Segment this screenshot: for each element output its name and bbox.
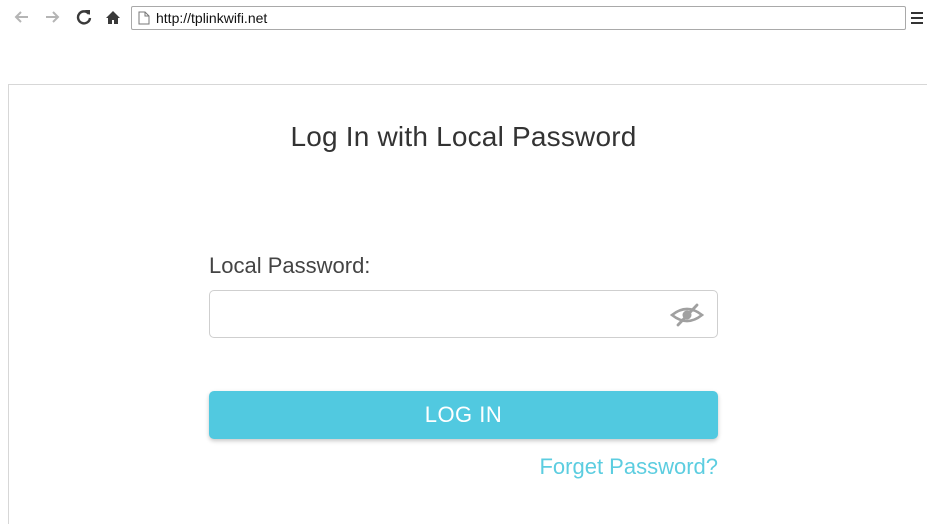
back-button[interactable] — [10, 6, 32, 28]
arrow-left-icon — [14, 11, 28, 23]
browser-toolbar — [0, 0, 927, 36]
arrow-right-icon — [46, 11, 60, 23]
address-bar[interactable] — [131, 6, 906, 30]
eye-off-icon[interactable] — [668, 301, 706, 329]
reload-button[interactable] — [73, 6, 95, 28]
password-field[interactable] — [209, 290, 718, 338]
page-title: Log In with Local Password — [290, 121, 637, 152]
password-label: Local Password: — [209, 253, 371, 278]
password-input[interactable] — [222, 291, 662, 337]
url-input[interactable] — [156, 8, 896, 28]
home-button[interactable] — [102, 6, 124, 28]
login-button[interactable]: LOG IN — [209, 391, 718, 439]
home-icon — [106, 10, 120, 24]
page-icon — [138, 11, 150, 25]
hamburger-menu-icon[interactable] — [911, 8, 925, 28]
forget-password-link[interactable]: Forget Password? — [539, 454, 718, 480]
forward-button[interactable] — [42, 6, 64, 28]
reload-icon — [76, 10, 92, 25]
